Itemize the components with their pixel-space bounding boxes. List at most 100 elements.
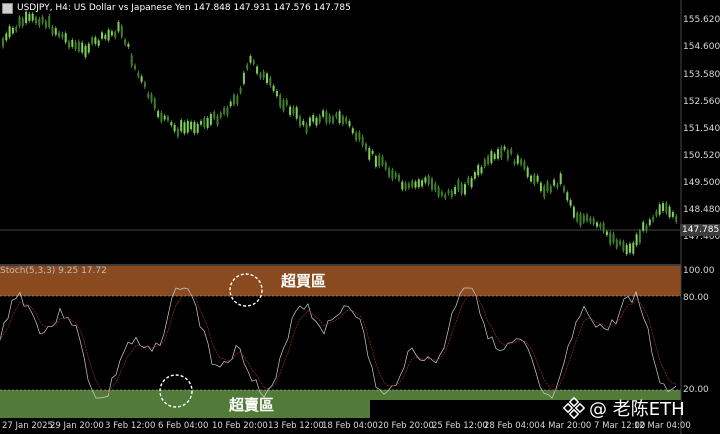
time-tick: 3 Feb 12:00 bbox=[105, 421, 156, 431]
candle bbox=[355, 132, 358, 141]
candle bbox=[196, 123, 199, 133]
candle bbox=[87, 43, 90, 53]
overbought-label: 超買區 bbox=[281, 272, 327, 290]
candle bbox=[341, 116, 344, 125]
candle bbox=[467, 177, 470, 184]
candle bbox=[414, 181, 417, 188]
candle bbox=[51, 27, 54, 35]
candle bbox=[97, 40, 100, 46]
candle bbox=[275, 91, 278, 97]
candle bbox=[61, 33, 64, 38]
candle bbox=[526, 167, 529, 177]
price-chart[interactable] bbox=[0, 0, 720, 434]
candle bbox=[483, 159, 486, 167]
candle bbox=[325, 111, 328, 123]
candle bbox=[219, 112, 222, 118]
candle bbox=[5, 33, 8, 41]
candle bbox=[553, 179, 556, 186]
price-tick: 149.500 bbox=[683, 178, 720, 188]
candle bbox=[259, 73, 262, 78]
candle bbox=[500, 147, 503, 158]
candle bbox=[120, 26, 123, 37]
candle bbox=[563, 186, 565, 192]
candle bbox=[200, 120, 202, 125]
candle bbox=[635, 234, 638, 246]
candle bbox=[665, 202, 668, 213]
candle bbox=[101, 32, 103, 39]
candle bbox=[596, 222, 598, 227]
candle bbox=[632, 242, 635, 254]
candle bbox=[233, 94, 235, 105]
candle bbox=[586, 214, 589, 221]
candle bbox=[38, 18, 41, 26]
candle bbox=[48, 15, 51, 28]
candle bbox=[480, 167, 483, 174]
menu-icon[interactable] bbox=[2, 2, 13, 14]
candle bbox=[338, 111, 341, 124]
candle bbox=[54, 28, 57, 35]
candle bbox=[638, 230, 641, 243]
candle bbox=[15, 26, 18, 31]
candle bbox=[91, 37, 94, 44]
candle bbox=[642, 222, 645, 231]
candle bbox=[546, 181, 549, 191]
candle bbox=[368, 148, 371, 160]
candle bbox=[582, 215, 585, 223]
time-tick: 25 Feb 12:00 bbox=[432, 421, 488, 431]
stoch-tick: 80.00 bbox=[683, 293, 709, 303]
candle bbox=[605, 231, 608, 236]
binance-diamond-icon bbox=[563, 397, 585, 419]
candle bbox=[543, 186, 546, 198]
candle bbox=[404, 183, 407, 190]
candle bbox=[454, 186, 457, 194]
candle bbox=[533, 174, 536, 185]
candle bbox=[645, 225, 648, 231]
candle bbox=[381, 156, 384, 166]
candle bbox=[209, 113, 212, 125]
candle bbox=[236, 95, 239, 104]
candle bbox=[114, 31, 117, 38]
candle bbox=[401, 181, 404, 190]
candle bbox=[81, 42, 84, 53]
candle bbox=[256, 66, 259, 74]
candle bbox=[599, 223, 602, 228]
time-tick: 12 Mar 04:00 bbox=[634, 421, 691, 431]
oversold-label: 超賣區 bbox=[229, 396, 275, 414]
candle bbox=[622, 241, 625, 251]
symbol-info: USDJPY, H4: US Dollar vs Japanese Yen 14… bbox=[17, 3, 351, 13]
candle bbox=[289, 106, 292, 116]
candle bbox=[299, 116, 301, 127]
candle bbox=[473, 172, 476, 179]
candle bbox=[71, 39, 74, 47]
candle bbox=[160, 112, 163, 122]
chart-header: USDJPY, H4: US Dollar vs Japanese Yen 14… bbox=[2, 1, 351, 15]
candle bbox=[602, 223, 605, 232]
candle bbox=[242, 72, 245, 84]
candle bbox=[64, 33, 67, 43]
candle bbox=[520, 159, 523, 165]
candle bbox=[110, 31, 113, 36]
price-tick: 153.580 bbox=[683, 70, 720, 80]
candle bbox=[322, 110, 325, 117]
candle bbox=[295, 107, 298, 119]
candle bbox=[213, 111, 216, 119]
candle bbox=[668, 206, 671, 217]
stoch-label: Stoch(5,3,3) 9.25 17.72 bbox=[0, 266, 107, 276]
candle bbox=[249, 56, 252, 63]
stoch-tick: 100.00 bbox=[683, 266, 715, 276]
candle bbox=[163, 115, 166, 120]
candle bbox=[503, 146, 506, 150]
candle bbox=[417, 179, 420, 188]
stoch-d-line bbox=[0, 291, 677, 394]
candle bbox=[348, 121, 351, 127]
candle bbox=[579, 213, 582, 226]
candle bbox=[332, 116, 334, 123]
candle bbox=[328, 115, 331, 123]
candle bbox=[8, 26, 11, 38]
candle bbox=[437, 187, 440, 197]
candle bbox=[506, 150, 509, 160]
candle bbox=[652, 216, 655, 221]
candle bbox=[302, 120, 305, 126]
candle bbox=[539, 182, 542, 192]
candle bbox=[124, 39, 127, 45]
